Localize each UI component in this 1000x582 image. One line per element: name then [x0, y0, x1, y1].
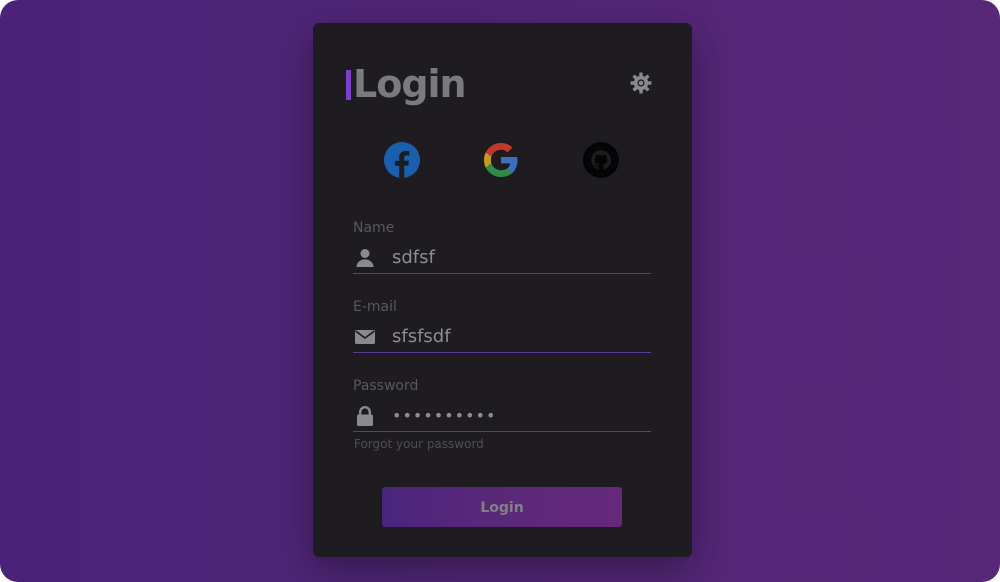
envelope-icon — [354, 326, 376, 348]
gear-icon[interactable] — [629, 71, 653, 95]
title-group: Login — [346, 61, 467, 107]
login-button[interactable]: Login — [382, 487, 622, 527]
lock-icon — [354, 405, 376, 427]
github-icon[interactable] — [582, 141, 620, 179]
name-field[interactable]: sdfsf — [353, 243, 651, 274]
page-title: Login — [353, 62, 467, 106]
email-label: E-mail — [353, 299, 397, 315]
page-background: Login Name sdfsf E-mail sfsfsdf Password… — [0, 0, 1000, 582]
forgot-password-link[interactable]: Forgot your password — [354, 437, 484, 451]
email-value[interactable]: sfsfsdf — [392, 324, 451, 350]
name-field-group: Name sdfsf — [353, 218, 651, 274]
password-field-group: Password •••••••••• — [353, 376, 651, 432]
email-field[interactable]: sfsfsdf — [353, 322, 651, 353]
email-field-group: E-mail sfsfsdf — [353, 297, 651, 353]
name-value[interactable]: sdfsf — [392, 245, 435, 271]
title-accent-bar — [346, 70, 351, 100]
password-value[interactable]: •••••••••• — [392, 403, 496, 429]
password-field[interactable]: •••••••••• — [353, 401, 651, 432]
google-icon[interactable] — [482, 141, 520, 179]
login-card: Login Name sdfsf E-mail sfsfsdf Password… — [313, 23, 692, 557]
facebook-icon[interactable] — [383, 141, 421, 179]
name-label: Name — [353, 220, 395, 236]
password-label: Password — [353, 378, 419, 394]
social-login-row — [313, 141, 692, 181]
user-icon — [354, 247, 376, 269]
